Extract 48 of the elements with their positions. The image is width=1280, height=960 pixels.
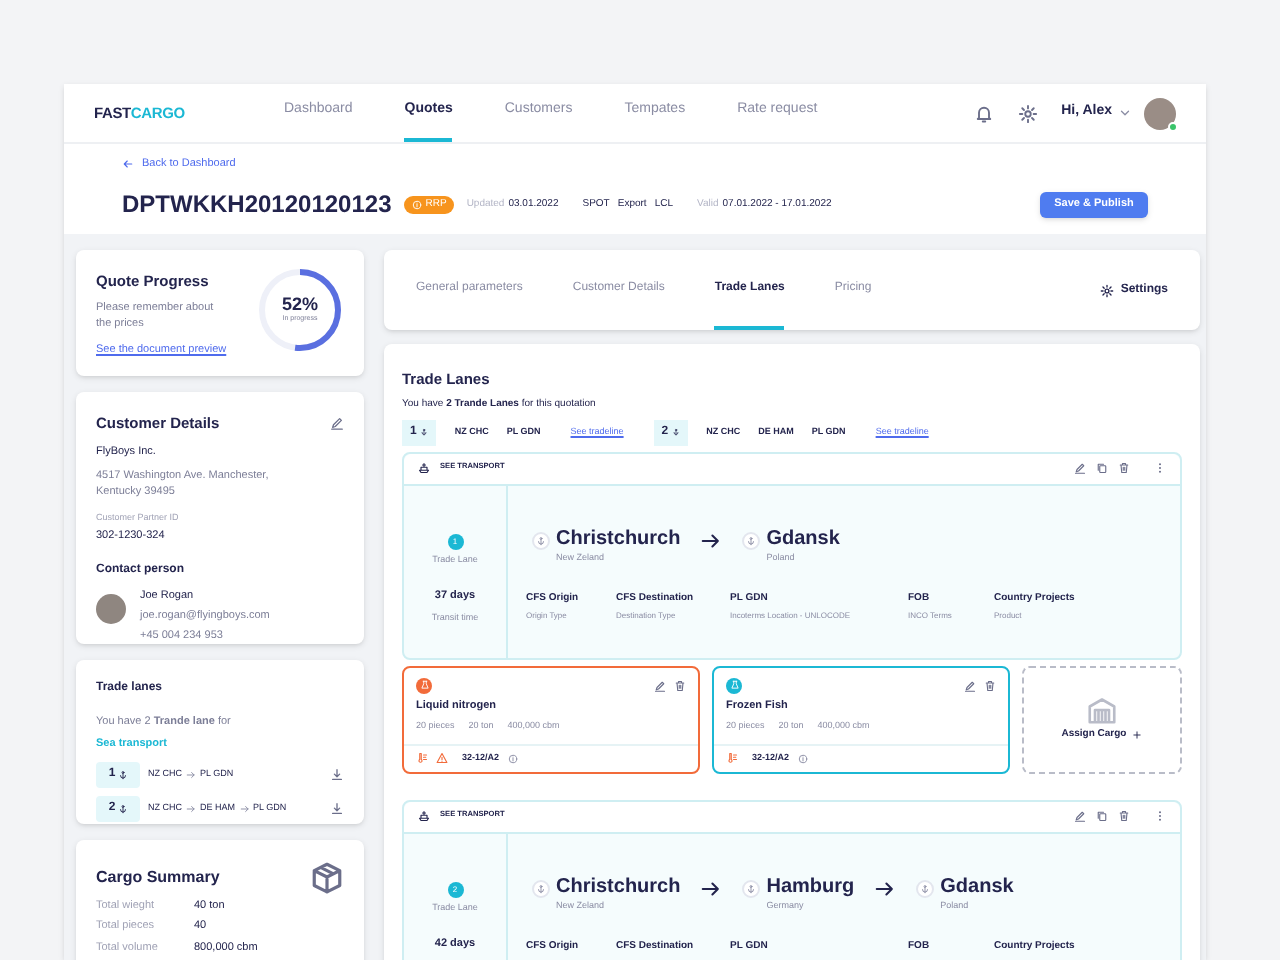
city-name: Hamburg xyxy=(766,875,855,900)
arrow-icon xyxy=(239,803,250,813)
settings-icon[interactable] xyxy=(1100,283,1115,297)
anchor-icon xyxy=(117,803,128,813)
arrow-icon xyxy=(874,877,897,900)
edit-icon[interactable] xyxy=(654,679,666,692)
info-icon xyxy=(797,753,808,764)
avatar[interactable] xyxy=(1144,97,1176,129)
city-name: Gdansk xyxy=(766,527,840,552)
city-name: Christchurch xyxy=(556,875,681,900)
progress-percent: 52% xyxy=(281,295,318,314)
avatar xyxy=(96,593,126,623)
delete-icon[interactable] xyxy=(674,679,686,692)
progress-ring xyxy=(256,266,344,354)
copy-icon[interactable] xyxy=(1096,462,1108,475)
plus-icon xyxy=(1132,730,1143,741)
boat-icon xyxy=(418,462,430,475)
temperature-icon xyxy=(416,752,428,765)
download-icon[interactable] xyxy=(330,767,344,781)
arrow-icon xyxy=(700,877,723,900)
copy-icon[interactable] xyxy=(1096,810,1108,823)
edit-icon[interactable] xyxy=(964,679,976,692)
city-name: Christchurch xyxy=(556,527,681,552)
temperature-icon xyxy=(726,752,738,765)
city-name: Gdansk xyxy=(940,875,1014,900)
anchor-icon xyxy=(420,428,429,437)
arrow-icon xyxy=(186,769,196,779)
anchor-icon xyxy=(117,769,128,779)
edit-icon[interactable] xyxy=(1074,810,1086,823)
boat-icon xyxy=(418,810,430,823)
card-title: Cargo Summary xyxy=(96,866,220,890)
delete-icon[interactable] xyxy=(984,679,996,692)
caret-icon[interactable] xyxy=(1118,106,1132,120)
arrow-icon xyxy=(186,803,196,813)
anchor-icon xyxy=(672,428,681,437)
edit-icon[interactable] xyxy=(330,416,344,431)
back-arrow-icon[interactable] xyxy=(122,158,134,171)
box-icon xyxy=(310,860,344,894)
warehouse-icon xyxy=(1088,696,1116,724)
delete-icon[interactable] xyxy=(1118,462,1130,475)
quote-id: DPTWKKH20120120123 xyxy=(122,188,392,223)
arrow-icon xyxy=(700,529,723,552)
edit-icon[interactable] xyxy=(1074,462,1086,475)
bell-icon[interactable] xyxy=(973,103,994,123)
delete-icon[interactable] xyxy=(1118,810,1130,823)
info-icon xyxy=(411,199,422,210)
info-icon xyxy=(507,753,518,764)
download-icon[interactable] xyxy=(330,801,344,815)
